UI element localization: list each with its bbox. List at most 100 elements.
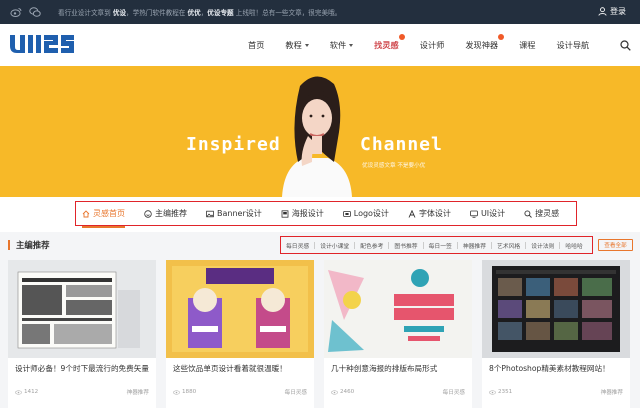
- filter-label: 每日一签: [428, 243, 452, 250]
- notice-link-topic[interactable]: 优设专题: [207, 9, 233, 17]
- tab-banner-design[interactable]: Banner设计: [206, 202, 262, 225]
- article-thumbnail[interactable]: [324, 260, 472, 358]
- banner-model-image: [282, 76, 352, 197]
- monitor-icon: [470, 210, 478, 218]
- filter-label: 设计法则: [531, 243, 555, 250]
- tab-label: Banner设计: [217, 209, 262, 218]
- social-links: [10, 6, 41, 18]
- filter-label: 哈哈哈: [565, 243, 583, 250]
- notice-link-youyou[interactable]: 优优: [188, 9, 201, 17]
- filter-label: 图书推荐: [394, 243, 418, 250]
- tab-font-design[interactable]: 字体设计: [408, 202, 451, 225]
- nav-label: 设计师: [419, 40, 445, 50]
- view-count-value: 2351: [498, 389, 513, 395]
- tab-inspiration-home[interactable]: 灵感首页: [82, 202, 125, 228]
- nav-item-home[interactable]: 首页: [248, 39, 264, 51]
- filter-design-rules[interactable]: 设计法则: [520, 241, 554, 250]
- article-title[interactable]: 这些饮品单页设计看着就很温暖！: [173, 363, 309, 374]
- tab-search-inspiration[interactable]: 搜灵感: [524, 202, 559, 225]
- eye-icon: [331, 389, 338, 395]
- article-tag[interactable]: 神器推荐: [127, 388, 149, 396]
- filter-tool-picks[interactable]: 神器推荐: [452, 241, 486, 250]
- tab-label: UI设计: [480, 209, 506, 218]
- tab-label: 灵感首页: [93, 209, 125, 218]
- tab-label: Logo设计: [353, 209, 389, 218]
- filter-color-reference[interactable]: 配色参考: [349, 241, 383, 250]
- nav-item-inspiration[interactable]: 找灵感: [374, 34, 405, 51]
- nav-label: 课程: [519, 40, 536, 50]
- user-icon: [598, 7, 607, 16]
- nav-label: 发现神器: [465, 40, 499, 50]
- main-nav: 首页 教程 软件 找灵感 设计师 发现神器 课程 设计导航: [248, 24, 610, 66]
- article-tag[interactable]: 每日灵感: [443, 388, 465, 396]
- search-icon: [524, 209, 532, 218]
- notice-text: 看行业设计文章到: [58, 9, 113, 17]
- logo-icon: [342, 210, 351, 217]
- font-icon: [408, 209, 416, 218]
- login-label: 登录: [610, 7, 626, 16]
- nav-item-design-nav[interactable]: 设计导航: [556, 39, 589, 51]
- tab-editor-picks[interactable]: 主编推荐: [144, 202, 187, 225]
- section-header: 主编推荐 每日灵感 设计小课堂 配色参考 图书推荐 每日一签 神器推荐 艺术风格…: [0, 232, 640, 258]
- nav-item-software[interactable]: 软件: [330, 39, 354, 51]
- filter-daily-sign[interactable]: 每日一签: [418, 241, 452, 250]
- login-button[interactable]: 登录: [598, 6, 626, 17]
- top-bar: 看行业设计文章到 优设，学热门软件教程在 优优，优设专题 上线啦！总有一些文章，…: [0, 0, 640, 24]
- tab-ui-design[interactable]: UI设计: [470, 202, 505, 225]
- view-count-value: 1412: [24, 389, 39, 395]
- weibo-icon[interactable]: [10, 6, 22, 18]
- hero-banner[interactable]: Inspired Channel 优设灵感文章 不是要小优: [0, 66, 640, 197]
- article-card[interactable]: 这些饮品单页设计看着就很温暖！ 1880 每日灵感: [166, 260, 314, 408]
- tab-label: 主编推荐: [155, 209, 187, 218]
- article-card[interactable]: 几十种创意海报的排版布局形式 2460 每日灵感: [324, 260, 472, 408]
- nav-label: 设计导航: [556, 40, 590, 50]
- article-thumbnail[interactable]: [482, 260, 630, 358]
- article-thumbnail[interactable]: [8, 260, 156, 358]
- filter-design-class[interactable]: 设计小课堂: [309, 241, 349, 250]
- nav-item-course[interactable]: 课程: [519, 39, 535, 51]
- article-tag[interactable]: 每日灵感: [285, 388, 307, 396]
- see-all-button[interactable]: 查看全部: [598, 239, 633, 251]
- filter-hahaha[interactable]: 哈哈哈: [554, 241, 582, 250]
- image-icon: [206, 210, 214, 217]
- view-count: 2460: [331, 388, 354, 396]
- new-badge-dot: [498, 34, 505, 40]
- notice-text: ，学热门软件教程在: [126, 9, 188, 17]
- notice-link-uisdc[interactable]: 优设: [113, 9, 126, 17]
- filter-label: 每日灵感: [286, 243, 310, 250]
- nav-item-designer[interactable]: 设计师: [420, 39, 445, 51]
- view-count: 1412: [15, 388, 38, 396]
- view-count: 1880: [173, 388, 196, 396]
- nav-item-tools[interactable]: 发现神器: [465, 34, 505, 51]
- article-thumbnail[interactable]: [166, 260, 314, 358]
- banner-title-right: Channel: [360, 134, 443, 155]
- search-icon[interactable]: [620, 40, 631, 51]
- category-tabs: 灵感首页 主编推荐 Banner设计 海报设计 Logo设计 字体设计 UI设计: [75, 201, 577, 228]
- eye-icon: [15, 389, 22, 395]
- wechat-icon[interactable]: [29, 6, 41, 18]
- site-notice: 看行业设计文章到 优设，学热门软件教程在 优优，优设专题 上线啦！总有一些文章，…: [58, 7, 341, 17]
- filter-book-picks[interactable]: 图书推荐: [383, 241, 417, 250]
- nav-label: 教程: [285, 40, 302, 50]
- article-title[interactable]: 设计师必备！9个时下最流行的免费矢量: [15, 363, 151, 374]
- view-count-value: 1880: [182, 389, 197, 395]
- filter-art-style[interactable]: 艺术风格: [486, 241, 520, 250]
- category-tabs-bar: 灵感首页 主编推荐 Banner设计 海报设计 Logo设计 字体设计 UI设计: [0, 197, 640, 232]
- tab-label: 搜灵感: [535, 209, 560, 218]
- article-title[interactable]: 8个Photoshop精美素材教程网站！: [489, 363, 625, 374]
- section-title: 主编推荐: [8, 240, 50, 250]
- tab-poster-design[interactable]: 海报设计: [281, 202, 324, 225]
- nav-item-tutorial[interactable]: 教程: [285, 39, 309, 51]
- nav-label: 找灵感: [374, 40, 399, 50]
- article-card[interactable]: 设计师必备！9个时下最流行的免费矢量 1412 神器推荐: [8, 260, 156, 408]
- filter-daily-inspiration[interactable]: 每日灵感: [286, 241, 309, 250]
- tab-label: 海报设计: [291, 209, 324, 218]
- site-logo[interactable]: [9, 33, 75, 55]
- view-count-value: 2460: [340, 389, 355, 395]
- article-title[interactable]: 几十种创意海报的排版布局形式: [331, 363, 467, 374]
- article-tag[interactable]: 神器推荐: [601, 388, 623, 396]
- article-card[interactable]: 8个Photoshop精美素材教程网站！ 2351 神器推荐: [482, 260, 630, 408]
- home-icon: [82, 209, 90, 217]
- new-badge-dot: [398, 34, 405, 40]
- tab-logo-design[interactable]: Logo设计: [342, 202, 389, 225]
